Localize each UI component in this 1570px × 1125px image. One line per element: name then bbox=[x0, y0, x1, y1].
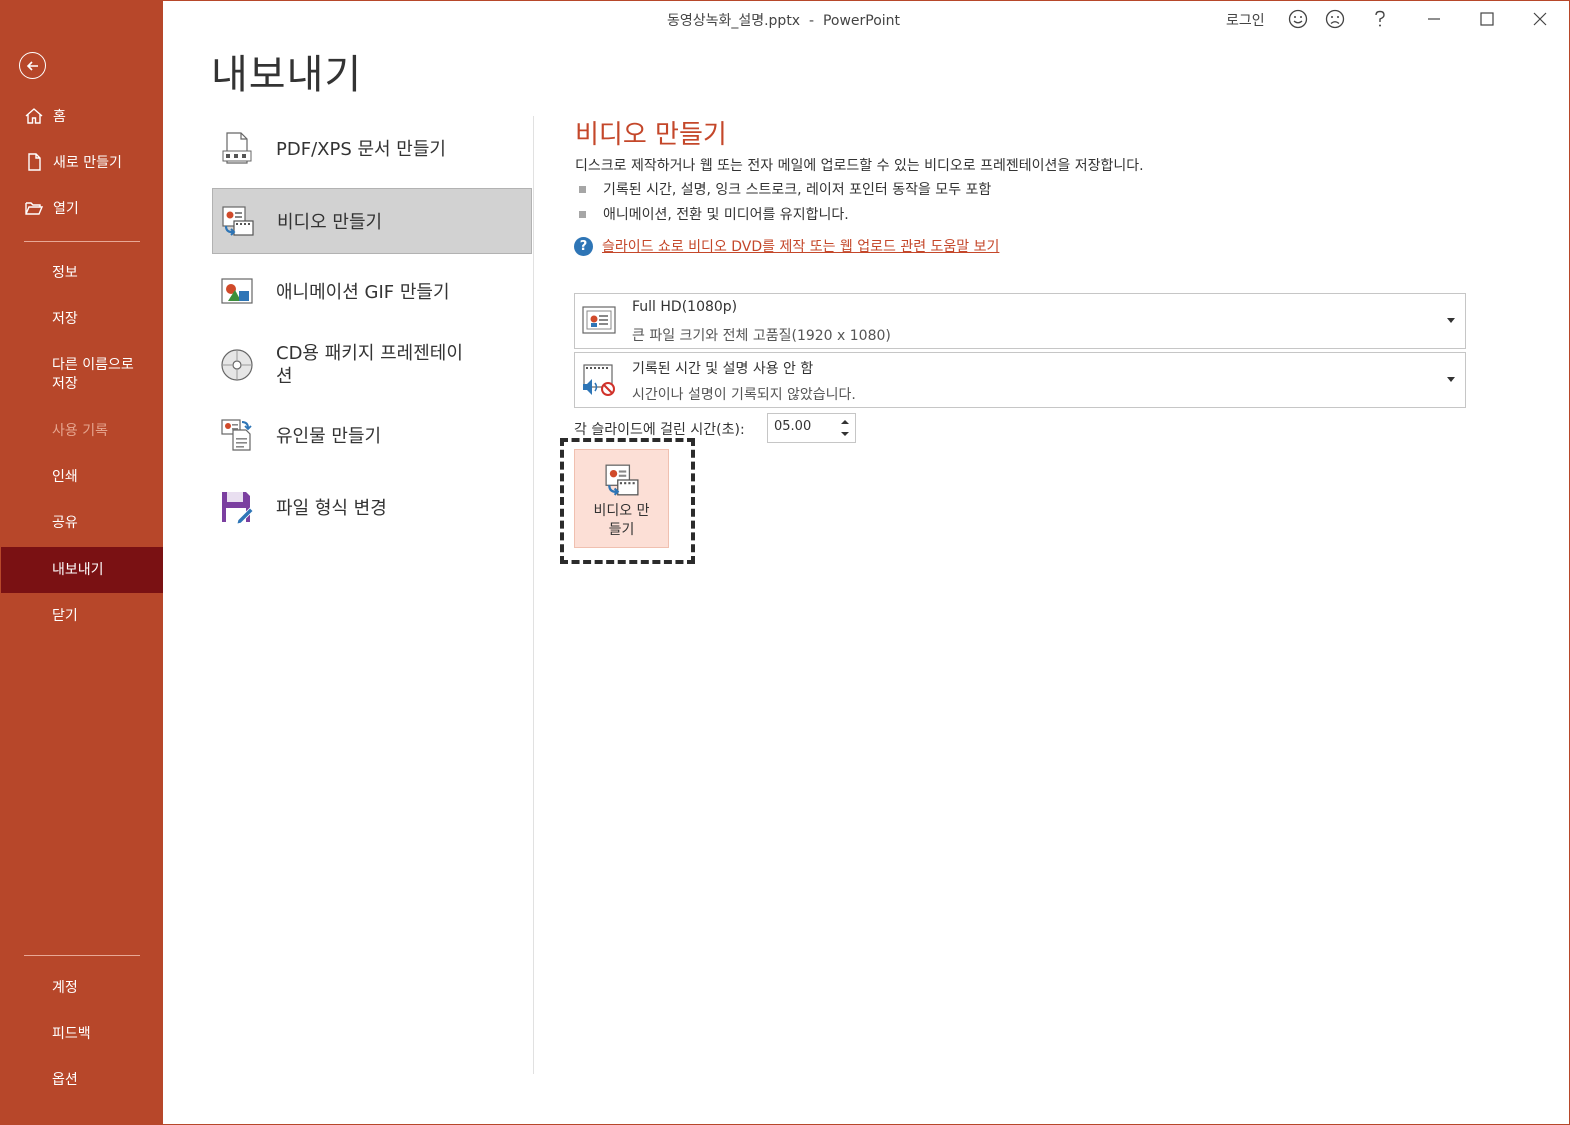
nav-save-label: 저장 bbox=[52, 310, 78, 327]
open-folder-icon bbox=[24, 198, 44, 218]
detail-description: 디스크로 제작하거나 웹 또는 전자 메일에 업로드할 수 있는 비디오로 프레… bbox=[575, 158, 1144, 174]
video-quality-value: Full HD(1080p) bbox=[632, 299, 738, 315]
question-circle-icon: ? bbox=[574, 236, 593, 256]
nav-history: 사용 기록 bbox=[0, 411, 163, 451]
nav-new[interactable]: 새로 만들기 bbox=[0, 142, 163, 182]
video-icon bbox=[604, 464, 639, 496]
nav-close-label: 닫기 bbox=[52, 607, 78, 624]
nav-home[interactable]: 홈 bbox=[0, 96, 163, 136]
home-icon bbox=[24, 106, 44, 126]
nav-feedback-label: 피드백 bbox=[52, 1025, 91, 1042]
video-quality-description: 큰 파일 크기와 전체 고품질(1920 x 1080) bbox=[632, 328, 891, 344]
gif-image-icon bbox=[221, 278, 253, 304]
nav-save-as[interactable]: 다른 이름으로 저장 bbox=[0, 355, 163, 395]
video-icon bbox=[222, 206, 254, 236]
nav-save[interactable]: 저장 bbox=[0, 299, 163, 339]
timing-narration-value: 기록된 시간 및 설명 사용 안 함 bbox=[632, 361, 814, 377]
nav-info-label: 정보 bbox=[52, 264, 78, 281]
cd-disc-icon bbox=[221, 349, 253, 381]
export-option-gif-label: 애니메이션 GIF 만들기 bbox=[276, 282, 450, 303]
nav-options-label: 옵션 bbox=[52, 1071, 78, 1088]
frown-icon[interactable] bbox=[1324, 8, 1346, 30]
pdf-document-icon bbox=[222, 132, 252, 164]
export-option-change-format[interactable]: 파일 형식 변경 bbox=[212, 475, 532, 539]
nav-new-label: 새로 만들기 bbox=[53, 155, 122, 171]
export-option-change-format-label: 파일 형식 변경 bbox=[276, 498, 387, 519]
login-link[interactable]: 로그인 bbox=[1226, 10, 1265, 30]
export-option-video[interactable]: 비디오 만들기 bbox=[212, 188, 532, 254]
save-format-icon bbox=[222, 492, 254, 524]
nav-info[interactable]: 정보 bbox=[0, 253, 163, 293]
spin-up-icon[interactable] bbox=[840, 417, 850, 427]
minimize-icon[interactable] bbox=[1423, 8, 1445, 30]
close-icon[interactable] bbox=[1529, 8, 1551, 30]
back-arrow-icon bbox=[26, 60, 38, 71]
export-option-pdf[interactable]: PDF/XPS 문서 만들기 bbox=[212, 116, 532, 180]
export-option-cd[interactable]: CD용 패키지 프레젠테이션 bbox=[212, 333, 532, 397]
bullet-text: 애니메이션, 전환 및 미디어를 유지합니다. bbox=[603, 207, 849, 223]
nav-open-label: 열기 bbox=[53, 201, 79, 217]
chevron-down-icon bbox=[1447, 318, 1455, 323]
export-option-handout-label: 유인물 만들기 bbox=[276, 426, 382, 447]
nav-save-as-label: 다른 이름으로 저장 bbox=[52, 357, 134, 392]
help-icon[interactable] bbox=[1369, 8, 1391, 30]
nav-divider-bottom bbox=[24, 955, 140, 956]
bullet-text: 기록된 시간, 설명, 잉크 스트로크, 레이저 포인터 동작을 모두 포함 bbox=[603, 182, 992, 198]
nav-history-label: 사용 기록 bbox=[52, 422, 108, 439]
help-link[interactable]: 슬라이드 쇼로 비디오 DVD를 제작 또는 웹 업로드 관련 도움말 보기 bbox=[602, 236, 999, 256]
nav-share[interactable]: 공유 bbox=[0, 503, 163, 543]
panel-separator bbox=[533, 116, 534, 1074]
seconds-per-slide-spinner[interactable] bbox=[767, 413, 856, 443]
bullet-square-icon bbox=[579, 185, 586, 193]
no-narration-icon bbox=[583, 364, 615, 396]
nav-export-label: 내보내기 bbox=[52, 561, 104, 578]
detail-title: 비디오 만들기 bbox=[575, 120, 727, 150]
nav-home-label: 홈 bbox=[53, 109, 66, 125]
bullet-square-icon bbox=[579, 210, 586, 218]
bullet-item: 애니메이션, 전환 및 미디어를 유지합니다. bbox=[579, 204, 849, 224]
timing-narration-dropdown[interactable]: 기록된 시간 및 설명 사용 안 함 시간이나 설명이 기록되지 않았습니다. bbox=[574, 352, 1466, 408]
create-video-button-label: 비디오 만들기 bbox=[593, 503, 650, 538]
window-title-text: 동영상녹화_설명.pptx - PowerPoint bbox=[666, 13, 901, 29]
export-option-gif[interactable]: 애니메이션 GIF 만들기 bbox=[212, 259, 532, 323]
nav-print-label: 인쇄 bbox=[52, 468, 78, 485]
video-quality-dropdown[interactable]: Full HD(1080p) 큰 파일 크기와 전체 고품질(1920 x 10… bbox=[574, 293, 1466, 349]
nav-open[interactable]: 열기 bbox=[0, 188, 163, 228]
bullet-item: 기록된 시간, 설명, 잉크 스트로크, 레이저 포인터 동작을 모두 포함 bbox=[579, 179, 991, 199]
create-video-button[interactable]: 비디오 만들기 bbox=[574, 449, 669, 548]
new-document-icon bbox=[24, 152, 44, 172]
export-option-handout[interactable]: 유인물 만들기 bbox=[212, 403, 532, 467]
help-link-row: ? 슬라이드 쇼로 비디오 DVD를 제작 또는 웹 업로드 관련 도움말 보기 bbox=[574, 236, 999, 256]
nav-feedback[interactable]: 피드백 bbox=[0, 1014, 163, 1054]
nav-share-label: 공유 bbox=[52, 514, 78, 531]
seconds-per-slide-input[interactable] bbox=[774, 419, 834, 434]
nav-account-label: 계정 bbox=[52, 979, 78, 996]
export-option-video-label: 비디오 만들기 bbox=[277, 212, 383, 233]
page-title: 내보내기 bbox=[211, 52, 363, 98]
nav-account[interactable]: 계정 bbox=[0, 968, 163, 1008]
nav-divider bbox=[24, 241, 140, 242]
back-button[interactable] bbox=[19, 52, 46, 79]
maximize-icon[interactable] bbox=[1476, 8, 1498, 30]
seconds-per-slide-label: 각 슬라이드에 걸린 시간(초): bbox=[574, 422, 745, 438]
nav-print[interactable]: 인쇄 bbox=[0, 457, 163, 497]
nav-options[interactable]: 옵션 bbox=[0, 1060, 163, 1100]
timing-narration-description: 시간이나 설명이 기록되지 않았습니다. bbox=[632, 387, 856, 403]
chevron-down-icon bbox=[1447, 377, 1455, 382]
smiley-icon[interactable] bbox=[1287, 8, 1309, 30]
nav-close[interactable]: 닫기 bbox=[0, 596, 163, 636]
nav-export[interactable]: 내보내기 bbox=[0, 547, 163, 593]
export-option-cd-label: CD용 패키지 프레젠테이션 bbox=[276, 343, 463, 387]
handout-icon bbox=[221, 419, 252, 451]
export-option-pdf-label: PDF/XPS 문서 만들기 bbox=[276, 139, 446, 160]
video-quality-icon bbox=[582, 306, 616, 334]
backstage-sidebar: 홈 새로 만들기 열기 정보 저장 다른 이름으로 저장 사용 기록 인쇄 공유… bbox=[0, 0, 163, 1125]
spin-down-icon[interactable] bbox=[840, 429, 850, 439]
